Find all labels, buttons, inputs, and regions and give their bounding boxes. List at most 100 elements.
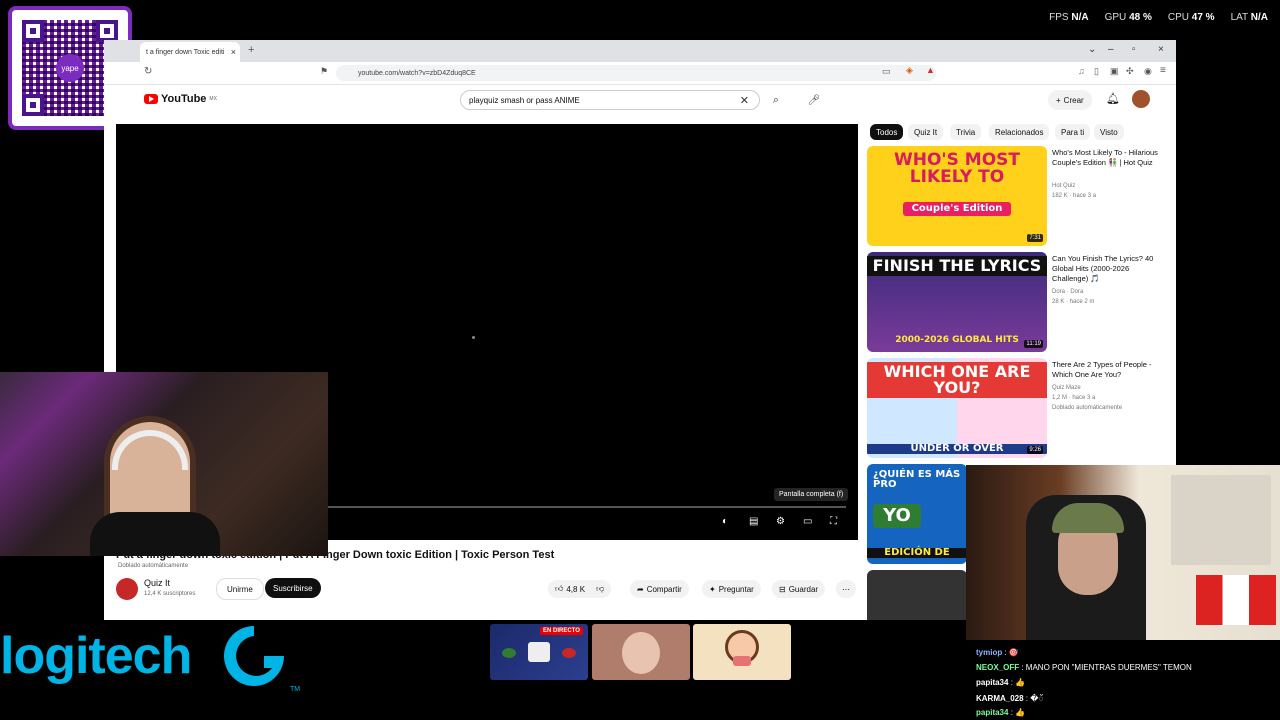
recommendation-thumbnail[interactable]: ¿QUIÉN ES MÁS PRO YO EDICIÓN DE	[867, 464, 967, 564]
recommendation-title[interactable]: There Are 2 Types of People - Which One …	[1052, 360, 1160, 380]
thumbnail-text: WHO'S MOST LIKELY TO	[893, 150, 1020, 187]
search-icon[interactable]: ⌕	[764, 90, 788, 110]
logitech-g-icon	[224, 626, 284, 686]
chip-visto[interactable]: Visto	[1094, 124, 1124, 140]
recommendation-channel: Quiz Maze	[1052, 385, 1081, 391]
peru-flag	[1196, 575, 1276, 625]
chip-relacionados[interactable]: Relacionados	[989, 124, 1050, 140]
channel-name[interactable]: Quiz It	[144, 578, 170, 588]
maximize-icon[interactable]: ▫	[1132, 44, 1136, 55]
chat-message: papita34 : 👍	[976, 708, 1026, 717]
bookmark-icon[interactable]: ⚑	[320, 66, 328, 77]
close-tab-icon[interactable]: ×	[231, 47, 236, 57]
reload-icon[interactable]: ↻	[144, 66, 152, 77]
cpu-stat: CPU 47 %	[1167, 12, 1215, 23]
vpn-icon[interactable]: ◉	[1144, 66, 1152, 77]
thumbnail-subtext: UNDER OR OVER	[867, 444, 1047, 454]
chat-message: KARMA_028 : �ॅ	[976, 694, 1044, 703]
recommendation-thumbnail[interactable]: FINISH THE LYRICS 2000-2026 GLOBAL HITS …	[867, 252, 1047, 352]
thumbs-up-icon: 👍︎	[555, 584, 564, 593]
performance-overlay: FPS N/A GPU 48 % CPU 47 % LAT N/A	[1049, 12, 1268, 23]
theater-mode-icon[interactable]: ▭	[803, 516, 812, 527]
fullscreen-tooltip: Pantalla completa (f)	[774, 488, 849, 501]
ask-button[interactable]: ✦ Preguntar	[702, 580, 761, 598]
webcam-figure-shirt	[90, 512, 220, 556]
streamer-webcam-left	[0, 372, 328, 556]
decor-icon	[562, 648, 576, 658]
create-button[interactable]: + Crear	[1048, 90, 1092, 110]
cast-icon[interactable]: ▭	[882, 66, 891, 77]
webcam-figure-cap	[1052, 503, 1124, 533]
share-button[interactable]: ➦ Compartir	[630, 580, 689, 598]
more-actions-icon[interactable]: ⋯	[836, 580, 856, 598]
region-code: MX	[209, 96, 217, 102]
share-icon: ➦	[637, 584, 644, 594]
menu-icon[interactable]: ≡	[1160, 65, 1166, 76]
chevron-down-icon[interactable]: ⌄	[1088, 44, 1096, 55]
rewards-icon[interactable]: ▲	[926, 65, 935, 75]
duration-badge: 11:19	[1024, 340, 1043, 348]
chip-trivia[interactable]: Trivia	[950, 124, 982, 140]
chip-todos[interactable]: Todos	[870, 124, 904, 140]
brave-shield-icon[interactable]: ◈	[906, 65, 913, 76]
subscribe-button[interactable]: Suscribirse	[265, 578, 321, 598]
ask-label: Preguntar	[718, 584, 754, 594]
subscriber-count: 12,4 K suscriptores	[144, 591, 196, 597]
chat-message: NEOX_OFF : MANO PON "MIENTRAS DUERMES" T…	[976, 663, 1192, 672]
new-tab-icon[interactable]: +	[248, 44, 254, 56]
channel-avatar[interactable]	[116, 578, 138, 600]
notifications-bell-icon[interactable]: 🔔︎	[1106, 92, 1120, 105]
music-icon[interactable]: ♫	[1078, 66, 1085, 76]
fps-stat: FPS N/A	[1049, 12, 1089, 23]
settings-gear-icon[interactable]: ⚙	[776, 516, 785, 527]
recommendation-thumbnail[interactable]	[867, 570, 967, 620]
address-bar[interactable]: youtube.com/watch?v=zbD4Zduq8CE	[336, 65, 936, 81]
save-button[interactable]: ⊟ Guardar	[772, 580, 826, 598]
tab-search-icon[interactable]: ▣	[1110, 66, 1119, 77]
recommendation-thumbnail[interactable]: WHICH ONE ARE YOU? UNDER OR OVER 9:26	[867, 358, 1047, 458]
share-label: Compartir	[646, 584, 682, 594]
thumbnail-text: ¿QUIÉN ES MÁS PRO	[873, 469, 961, 490]
user-avatar[interactable]	[1132, 90, 1150, 108]
like-button[interactable]: 👍︎ 4,8 K 👎︎	[548, 580, 612, 598]
extensions-icon[interactable]: ✣	[1126, 66, 1134, 77]
qr-finder	[96, 20, 118, 42]
thumbnail-subtext-2: EDICIÓN DE	[867, 548, 967, 558]
background-shelf	[1171, 475, 1271, 565]
tab-bar: t a finger down Toxic editi × + ⌄ – ▫ ×	[104, 40, 1176, 62]
microphone-icon[interactable]: 🎤︎	[804, 90, 824, 110]
recommendation-title[interactable]: Who's Most Likely To - Hilarious Couple'…	[1052, 148, 1160, 168]
clear-search-icon[interactable]: ✕	[740, 94, 749, 107]
minimize-icon[interactable]: –	[1108, 44, 1114, 55]
chat-message: tymiop : 🎯	[976, 648, 1019, 657]
dubbed-badge: Doblado automáticamente	[1052, 405, 1123, 411]
thumbnail-subtext: Couple's Edition	[903, 202, 1011, 216]
live-badge: EN DIRECTO	[540, 627, 583, 635]
chat-username: papita34	[976, 708, 1009, 717]
chip-para-ti[interactable]: Para ti	[1055, 124, 1091, 140]
streamer-webcam-right	[966, 465, 1280, 640]
recommendation-thumbnail[interactable]: WHO'S MOST LIKELY TO Couple's Edition 7:…	[867, 146, 1047, 246]
join-button[interactable]: Unirme	[216, 578, 264, 600]
browser-tab[interactable]: t a finger down Toxic editi ×	[140, 42, 240, 62]
chat-username: KARMA_028	[976, 694, 1024, 703]
chat-text: 👍	[1015, 678, 1026, 687]
sidebar-icon[interactable]: ▯	[1094, 66, 1099, 77]
close-window-icon[interactable]: ×	[1158, 44, 1164, 55]
yape-logo: yape	[56, 54, 84, 82]
bookmark-save-icon: ⊟	[779, 584, 786, 594]
save-label: Guardar	[788, 584, 819, 594]
chip-quiz-it[interactable]: Quiz It	[908, 124, 944, 140]
subtitles-icon[interactable]: ▤	[749, 516, 758, 527]
chat-username: tymiop	[976, 648, 1003, 657]
youtube-logo[interactable]: YouTube MX	[144, 93, 217, 105]
autoplay-toggle-icon[interactable]: ◐	[722, 516, 728, 527]
recommendation-title[interactable]: Can You Finish The Lyrics? 40 Global Hit…	[1052, 254, 1160, 284]
fullscreen-icon[interactable]: ⛶	[830, 516, 837, 527]
thumbs-down-icon[interactable]: 👎︎	[596, 584, 604, 594]
duration-badge: 7:31	[1027, 234, 1043, 242]
sparkle-icon: ✦	[709, 584, 716, 594]
url-text: youtube.com/watch?v=zbD4Zduq8CE	[358, 69, 476, 77]
chat-username: papita34	[976, 678, 1009, 687]
search-input[interactable]: playquiz smash or pass ANIME ✕	[460, 90, 760, 110]
